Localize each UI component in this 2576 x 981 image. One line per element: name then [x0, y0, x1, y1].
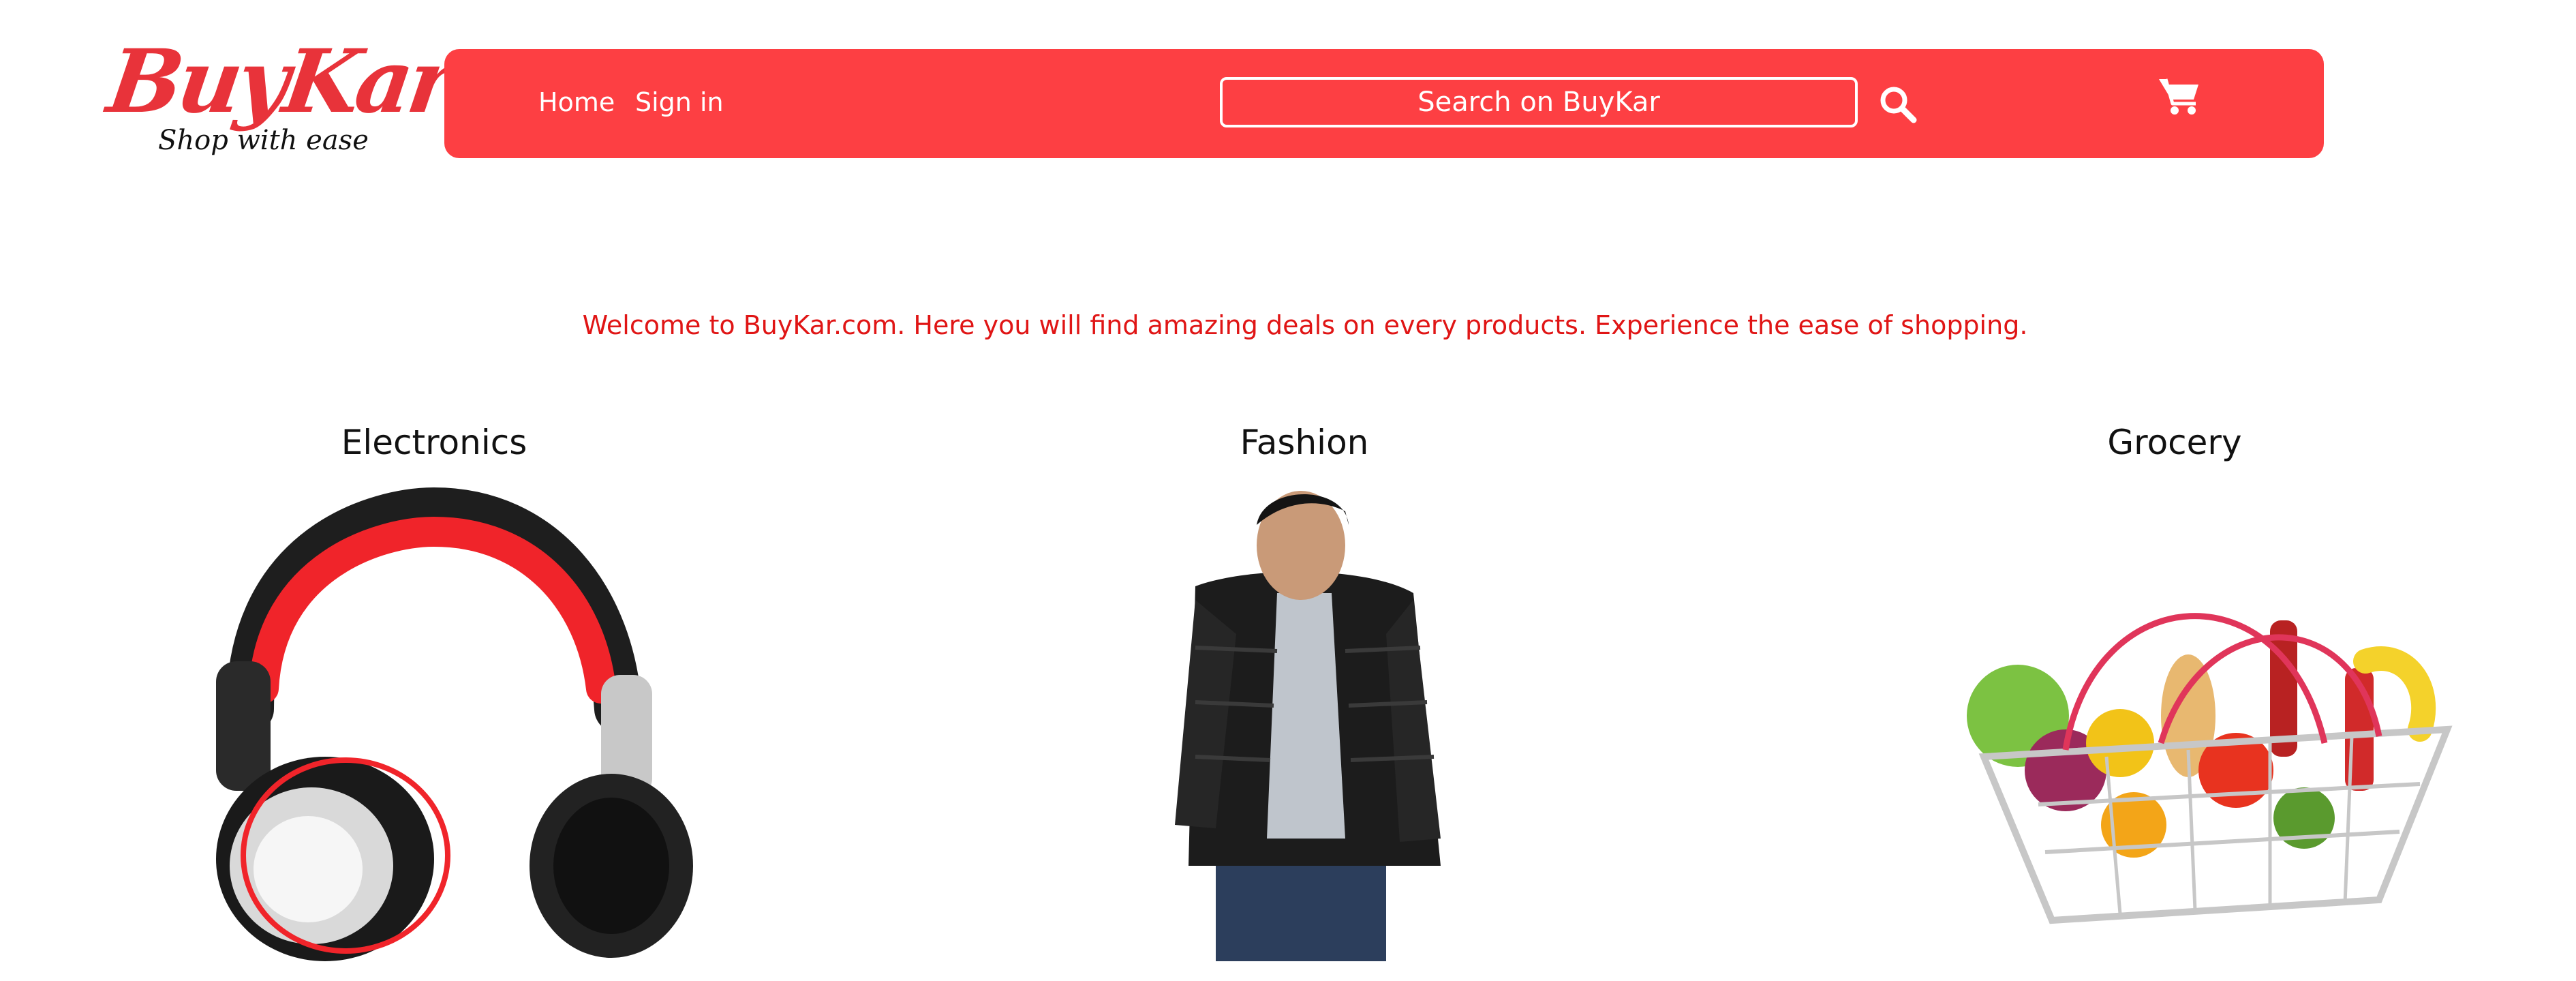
cart-icon[interactable] [2158, 75, 2201, 116]
category-title: Electronics [341, 423, 527, 462]
category-grocery[interactable]: Grocery [1766, 423, 2576, 968]
search-placeholder: Search on BuyKar [1417, 87, 1660, 118]
category-fashion[interactable]: Fashion [895, 423, 1713, 968]
category-title: Fashion [1240, 423, 1369, 462]
category-title: Grocery [2107, 423, 2242, 462]
logo-wordmark: BuyKar [102, 31, 458, 133]
nav-home-link[interactable]: Home [538, 87, 615, 117]
grocery-basket-image[interactable] [1766, 484, 2576, 961]
nav-sign-in-link[interactable]: Sign in [635, 87, 724, 117]
headphones-image[interactable] [25, 484, 843, 961]
search-input[interactable]: Search on BuyKar [1220, 77, 1858, 127]
page: BuyKar Shop with ease Home Sign in Searc… [0, 0, 2576, 981]
fashion-model-image[interactable] [895, 484, 1713, 961]
header-navbar: Home Sign in Search on BuyKar [444, 49, 2324, 158]
welcome-message: Welcome to BuyKar.com. Here you will fin… [582, 310, 2028, 340]
logo-tagline: Shop with ease [158, 125, 369, 156]
search-icon[interactable] [1878, 85, 1918, 124]
brand-logo[interactable]: BuyKar Shop with ease [102, 31, 457, 174]
category-electronics[interactable]: Electronics [25, 423, 843, 968]
